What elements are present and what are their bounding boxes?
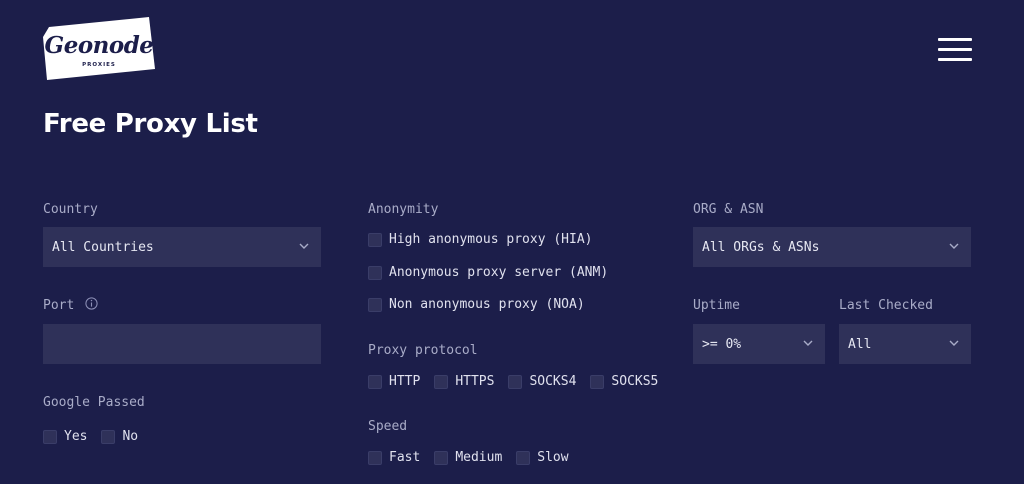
page: Geonode PROXIES Free Proxy List Country … <box>0 0 1024 484</box>
checkbox-label: SOCKS5 <box>611 374 659 389</box>
checkbox[interactable] <box>368 450 382 465</box>
checkbox[interactable] <box>434 374 449 389</box>
chevron-down-icon <box>299 243 309 249</box>
info-icon[interactable] <box>85 297 98 310</box>
checkbox-label: Fast <box>389 450 421 465</box>
chevron-down-icon <box>949 340 959 346</box>
checkbox[interactable] <box>434 450 449 465</box>
chevron-down-icon <box>803 340 813 346</box>
chevron-down-icon <box>949 243 959 249</box>
checkbox-label: Slow <box>537 450 569 465</box>
country-select[interactable]: All Countries <box>43 227 321 267</box>
logo-subtext: PROXIES <box>82 62 116 68</box>
speed-slow[interactable]: Slow <box>516 450 569 465</box>
org-asn-select-value: All ORGs & ASNs <box>702 239 820 255</box>
protocol-socks4[interactable]: SOCKS4 <box>508 374 576 389</box>
checkbox[interactable] <box>101 429 116 444</box>
geonode-logo[interactable]: Geonode PROXIES <box>43 17 155 80</box>
checkbox[interactable] <box>43 429 57 444</box>
checkbox-label: Non anonymous proxy (NOA) <box>389 297 585 312</box>
anonymity-label: Anonymity <box>368 202 439 217</box>
last-checked-select-value: All <box>848 336 872 352</box>
speed-label: Speed <box>368 419 408 434</box>
google-passed-yes[interactable]: Yes <box>43 429 87 444</box>
google-passed-no[interactable]: No <box>101 429 138 444</box>
checkbox-label: No <box>122 429 139 444</box>
speed-options: Fast Medium Slow <box>368 450 583 465</box>
anonymity-option-hia[interactable]: High anonymous proxy (HIA) <box>368 232 607 247</box>
checkbox[interactable] <box>368 297 382 312</box>
uptime-label: Uptime <box>693 298 740 313</box>
country-label: Country <box>43 202 98 217</box>
port-input[interactable] <box>43 324 321 364</box>
uptime-select-value: >= 0% <box>702 336 742 352</box>
speed-medium[interactable]: Medium <box>434 450 502 465</box>
checkbox-label: SOCKS4 <box>529 374 577 389</box>
last-checked-label: Last Checked <box>839 298 933 313</box>
checkbox-label: HTTP <box>389 374 421 389</box>
org-asn-select[interactable]: All ORGs & ASNs <box>693 227 971 267</box>
checkbox-label: Medium <box>455 450 503 465</box>
checkbox[interactable] <box>368 232 382 247</box>
checkbox[interactable] <box>368 265 382 280</box>
checkbox[interactable] <box>368 374 382 389</box>
protocol-http[interactable]: HTTP <box>368 374 420 389</box>
uptime-select[interactable]: >= 0% <box>693 324 825 364</box>
page-title: Free Proxy List <box>43 109 258 139</box>
anonymity-option-anm[interactable]: Anonymous proxy server (ANM) <box>368 265 622 280</box>
checkbox-label: High anonymous proxy (HIA) <box>389 232 593 247</box>
proxy-protocol-label: Proxy protocol <box>368 343 478 358</box>
google-passed-label: Google Passed <box>43 395 145 410</box>
checkbox-label: Yes <box>64 429 88 444</box>
hamburger-icon[interactable] <box>938 38 972 62</box>
checkbox[interactable] <box>516 450 531 465</box>
country-select-value: All Countries <box>52 239 154 255</box>
google-passed-options: Yes No <box>43 429 152 444</box>
checkbox-label: Anonymous proxy server (ANM) <box>389 265 609 280</box>
checkbox-label: HTTPS <box>455 374 495 389</box>
port-label: Port <box>43 298 75 313</box>
protocol-https[interactable]: HTTPS <box>434 374 494 389</box>
checkbox[interactable] <box>590 374 605 389</box>
proxy-protocol-options: HTTP HTTPS SOCKS4 SOCKS5 <box>368 374 672 389</box>
protocol-socks5[interactable]: SOCKS5 <box>590 374 658 389</box>
logo-text: Geonode <box>44 32 154 59</box>
last-checked-select[interactable]: All <box>839 324 971 364</box>
checkbox[interactable] <box>508 374 523 389</box>
anonymity-option-noa[interactable]: Non anonymous proxy (NOA) <box>368 297 599 312</box>
org-asn-label: ORG & ASN <box>693 202 764 217</box>
speed-fast[interactable]: Fast <box>368 450 420 465</box>
